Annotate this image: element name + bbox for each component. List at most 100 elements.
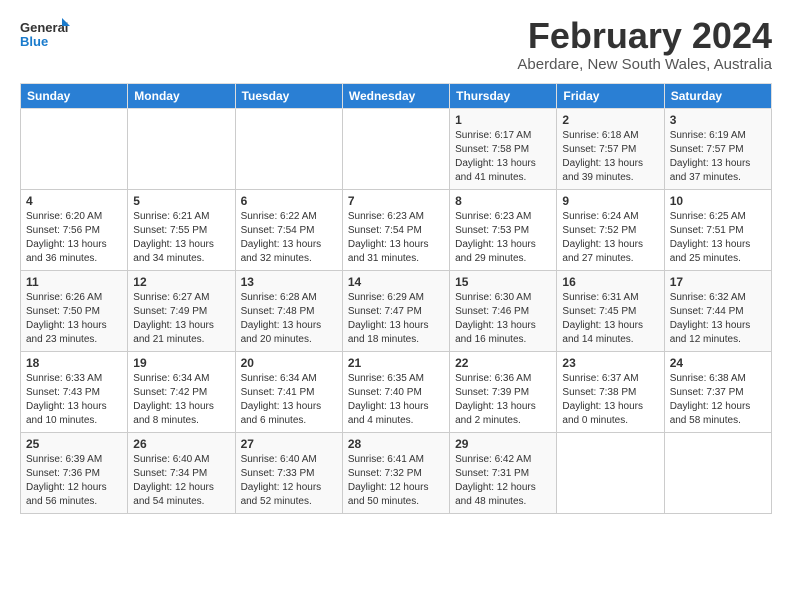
day-info: Sunrise: 6:22 AM Sunset: 7:54 PM Dayligh… — [241, 210, 337, 266]
day-info: Sunrise: 6:41 AM Sunset: 7:32 PM Dayligh… — [348, 453, 444, 509]
day-info: Sunrise: 6:24 AM Sunset: 7:52 PM Dayligh… — [562, 210, 658, 266]
day-info: Sunrise: 6:29 AM Sunset: 7:47 PM Dayligh… — [348, 291, 444, 347]
day-info: Sunrise: 6:26 AM Sunset: 7:50 PM Dayligh… — [26, 291, 122, 347]
day-info: Sunrise: 6:19 AM Sunset: 7:57 PM Dayligh… — [670, 129, 766, 185]
day-info: Sunrise: 6:34 AM Sunset: 7:41 PM Dayligh… — [241, 372, 337, 428]
calendar-cell: 4 Sunrise: 6:20 AM Sunset: 7:56 PM Daylig… — [21, 189, 128, 270]
day-info: Sunrise: 6:27 AM Sunset: 7:49 PM Dayligh… — [133, 291, 229, 347]
day-number: 16 — [562, 275, 658, 289]
weekday-header-tuesday: Tuesday — [235, 83, 342, 108]
day-number: 25 — [26, 437, 122, 451]
day-number: 3 — [670, 113, 766, 127]
calendar-week-row: 11 Sunrise: 6:26 AM Sunset: 7:50 PM Dayli… — [21, 270, 772, 351]
page-header: General Blue February 2024 Aberdare, New… — [20, 16, 772, 73]
day-info: Sunrise: 6:20 AM Sunset: 7:56 PM Dayligh… — [26, 210, 122, 266]
calendar-cell: 15 Sunrise: 6:30 AM Sunset: 7:46 PM Dayli… — [450, 270, 557, 351]
day-number: 22 — [455, 356, 551, 370]
day-info: Sunrise: 6:30 AM Sunset: 7:46 PM Dayligh… — [455, 291, 551, 347]
day-info: Sunrise: 6:36 AM Sunset: 7:39 PM Dayligh… — [455, 372, 551, 428]
weekday-header-saturday: Saturday — [664, 83, 771, 108]
day-number: 29 — [455, 437, 551, 451]
day-number: 28 — [348, 437, 444, 451]
calendar-cell: 21Sunrise: 6:35 AM Sunset: 7:40 PM Dayli… — [342, 351, 449, 432]
day-info: Sunrise: 6:39 AM Sunset: 7:36 PM Dayligh… — [26, 453, 122, 509]
calendar-cell: 24 Sunrise: 6:38 AM Sunset: 7:37 PM Dayli… — [664, 351, 771, 432]
calendar-week-row: 25 Sunrise: 6:39 AM Sunset: 7:36 PM Dayli… — [21, 432, 772, 513]
location-subtitle: Aberdare, New South Wales, Australia — [517, 56, 772, 73]
calendar-cell: 1Sunrise: 6:17 AM Sunset: 7:58 PM Daylig… — [450, 108, 557, 189]
day-number: 18 — [26, 356, 122, 370]
calendar-cell: 12 Sunrise: 6:27 AM Sunset: 7:49 PM Dayli… — [128, 270, 235, 351]
day-info: Sunrise: 6:42 AM Sunset: 7:31 PM Dayligh… — [455, 453, 551, 509]
calendar-cell — [128, 108, 235, 189]
svg-text:General: General — [20, 20, 68, 35]
day-number: 6 — [241, 194, 337, 208]
day-number: 11 — [26, 275, 122, 289]
day-number: 21 — [348, 356, 444, 370]
day-number: 9 — [562, 194, 658, 208]
weekday-header-sunday: Sunday — [21, 83, 128, 108]
calendar-cell: 27 Sunrise: 6:40 AM Sunset: 7:33 PM Dayli… — [235, 432, 342, 513]
calendar-cell: 20 Sunrise: 6:34 AM Sunset: 7:41 PM Dayli… — [235, 351, 342, 432]
calendar-cell: 14 Sunrise: 6:29 AM Sunset: 7:47 PM Dayli… — [342, 270, 449, 351]
calendar-cell: 26Sunrise: 6:40 AM Sunset: 7:34 PM Dayli… — [128, 432, 235, 513]
day-number: 10 — [670, 194, 766, 208]
calendar-cell: 2 Sunrise: 6:18 AM Sunset: 7:57 PM Daylig… — [557, 108, 664, 189]
calendar-cell — [557, 432, 664, 513]
logo: General Blue — [20, 16, 70, 54]
title-block: February 2024 Aberdare, New South Wales,… — [517, 16, 772, 73]
day-number: 15 — [455, 275, 551, 289]
calendar-cell: 18 Sunrise: 6:33 AM Sunset: 7:43 PM Dayli… — [21, 351, 128, 432]
day-info: Sunrise: 6:33 AM Sunset: 7:43 PM Dayligh… — [26, 372, 122, 428]
day-info: Sunrise: 6:28 AM Sunset: 7:48 PM Dayligh… — [241, 291, 337, 347]
day-number: 5 — [133, 194, 229, 208]
calendar-cell: 19 Sunrise: 6:34 AM Sunset: 7:42 PM Dayli… — [128, 351, 235, 432]
calendar-cell — [342, 108, 449, 189]
calendar-cell — [664, 432, 771, 513]
calendar-cell — [235, 108, 342, 189]
calendar-cell: 10 Sunrise: 6:25 AM Sunset: 7:51 PM Dayli… — [664, 189, 771, 270]
day-info: Sunrise: 6:21 AM Sunset: 7:55 PM Dayligh… — [133, 210, 229, 266]
calendar-cell: 3 Sunrise: 6:19 AM Sunset: 7:57 PM Daylig… — [664, 108, 771, 189]
day-info: Sunrise: 6:23 AM Sunset: 7:53 PM Dayligh… — [455, 210, 551, 266]
calendar-week-row: 18 Sunrise: 6:33 AM Sunset: 7:43 PM Dayli… — [21, 351, 772, 432]
calendar-cell: 5 Sunrise: 6:21 AM Sunset: 7:55 PM Daylig… — [128, 189, 235, 270]
calendar-cell: 23Sunrise: 6:37 AM Sunset: 7:38 PM Dayli… — [557, 351, 664, 432]
calendar-cell: 22 Sunrise: 6:36 AM Sunset: 7:39 PM Dayli… — [450, 351, 557, 432]
day-info: Sunrise: 6:34 AM Sunset: 7:42 PM Dayligh… — [133, 372, 229, 428]
day-number: 2 — [562, 113, 658, 127]
day-info: Sunrise: 6:25 AM Sunset: 7:51 PM Dayligh… — [670, 210, 766, 266]
day-number: 7 — [348, 194, 444, 208]
day-number: 13 — [241, 275, 337, 289]
svg-text:Blue: Blue — [20, 34, 48, 49]
weekday-header-thursday: Thursday — [450, 83, 557, 108]
day-number: 27 — [241, 437, 337, 451]
calendar-cell — [21, 108, 128, 189]
day-number: 19 — [133, 356, 229, 370]
logo-svg: General Blue — [20, 16, 70, 54]
calendar-header-row: SundayMondayTuesdayWednesdayThursdayFrid… — [21, 83, 772, 108]
day-info: Sunrise: 6:40 AM Sunset: 7:33 PM Dayligh… — [241, 453, 337, 509]
day-number: 26 — [133, 437, 229, 451]
day-info: Sunrise: 6:38 AM Sunset: 7:37 PM Dayligh… — [670, 372, 766, 428]
calendar-week-row: 4 Sunrise: 6:20 AM Sunset: 7:56 PM Daylig… — [21, 189, 772, 270]
calendar-cell: 8Sunrise: 6:23 AM Sunset: 7:53 PM Daylig… — [450, 189, 557, 270]
day-number: 24 — [670, 356, 766, 370]
day-info: Sunrise: 6:23 AM Sunset: 7:54 PM Dayligh… — [348, 210, 444, 266]
calendar-cell: 17Sunrise: 6:32 AM Sunset: 7:44 PM Dayli… — [664, 270, 771, 351]
day-info: Sunrise: 6:31 AM Sunset: 7:45 PM Dayligh… — [562, 291, 658, 347]
month-year-title: February 2024 — [517, 16, 772, 56]
calendar-table: SundayMondayTuesdayWednesdayThursdayFrid… — [20, 83, 772, 514]
calendar-cell: 28 Sunrise: 6:41 AM Sunset: 7:32 PM Dayli… — [342, 432, 449, 513]
calendar-cell: 13 Sunrise: 6:28 AM Sunset: 7:48 PM Dayli… — [235, 270, 342, 351]
day-number: 4 — [26, 194, 122, 208]
calendar-cell: 25 Sunrise: 6:39 AM Sunset: 7:36 PM Dayli… — [21, 432, 128, 513]
day-info: Sunrise: 6:17 AM Sunset: 7:58 PM Dayligh… — [455, 129, 551, 185]
calendar-cell: 6 Sunrise: 6:22 AM Sunset: 7:54 PM Daylig… — [235, 189, 342, 270]
day-info: Sunrise: 6:18 AM Sunset: 7:57 PM Dayligh… — [562, 129, 658, 185]
day-number: 14 — [348, 275, 444, 289]
calendar-cell: 9 Sunrise: 6:24 AM Sunset: 7:52 PM Daylig… — [557, 189, 664, 270]
day-number: 12 — [133, 275, 229, 289]
day-number: 20 — [241, 356, 337, 370]
day-info: Sunrise: 6:37 AM Sunset: 7:38 PM Dayligh… — [562, 372, 658, 428]
